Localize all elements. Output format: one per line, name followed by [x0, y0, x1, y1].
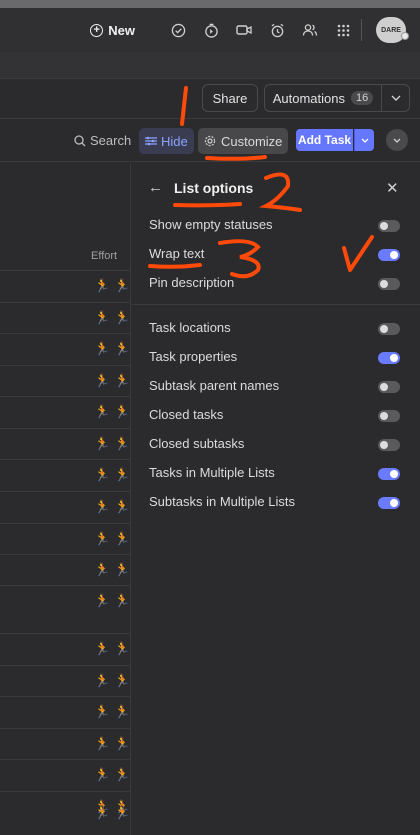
annotation-underline-customize	[205, 155, 267, 161]
annotation-underline-title	[173, 202, 242, 208]
annotation-layer	[148, 86, 374, 279]
annotation-number-three	[218, 239, 261, 279]
annotation-number-one	[180, 86, 188, 126]
annotation-checkmark	[342, 235, 374, 272]
annotation-underline-wrap	[148, 263, 202, 269]
annotation-number-two	[258, 172, 302, 212]
